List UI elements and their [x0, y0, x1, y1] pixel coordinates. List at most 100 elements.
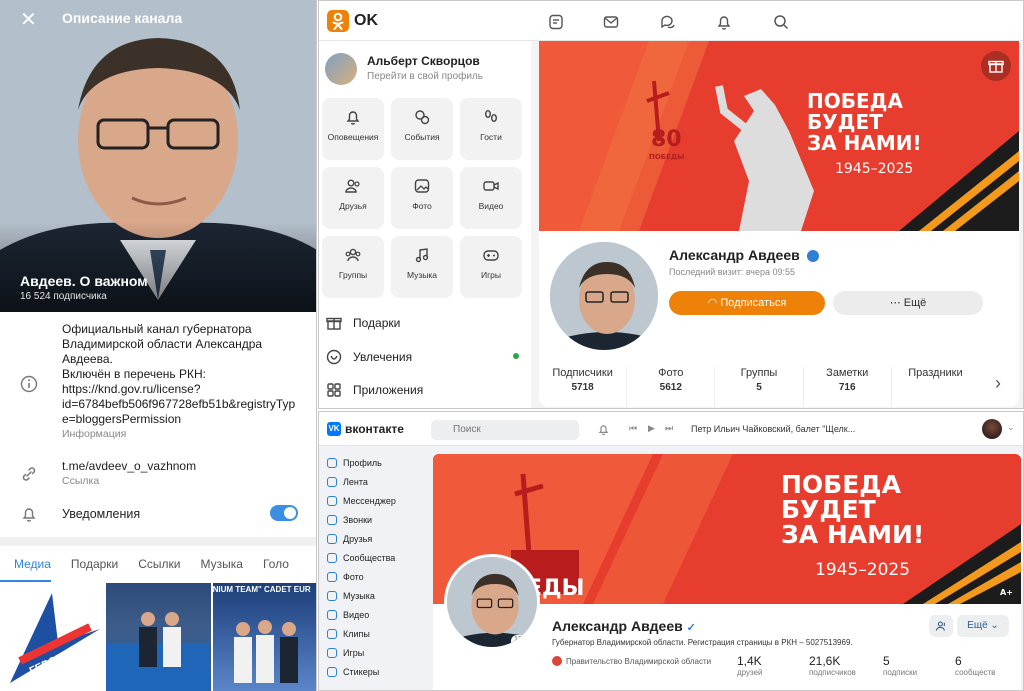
profile-avatar[interactable]	[547, 239, 661, 353]
stat-subscriptions[interactable]: 5 подписки	[883, 654, 917, 677]
current-user[interactable]: Альберт Скворцов Перейти в свой профиль	[325, 51, 525, 91]
profile-avatar[interactable]: 13 мин	[444, 554, 540, 650]
sidebar-item-music[interactable]: Музыка	[327, 591, 375, 601]
sidebar-item-communities[interactable]: Сообщества	[327, 553, 395, 563]
subscribe-button[interactable]: ◠ Подписаться	[669, 291, 825, 315]
search-input[interactable]	[431, 420, 579, 440]
notifications-toggle[interactable]	[270, 505, 298, 521]
vk-profile-panel: VK вконтакте ⏮ ▶ ⏭ Петр Ильич Чайковский…	[318, 411, 1024, 691]
photo-icon	[414, 179, 430, 193]
tab-gifts[interactable]: Подарки	[57, 552, 118, 582]
gift-button[interactable]	[981, 51, 1011, 81]
stat-friends[interactable]: 1,4K друзей	[737, 654, 763, 677]
media-thumb-logo[interactable]: ГЕРОИ-33	[0, 583, 105, 691]
more-button[interactable]: Ещё ⌄	[957, 615, 1009, 637]
current-user-name[interactable]: Альберт Скворцов	[367, 54, 480, 68]
profile-status: Губернатор Владимирской области. Регистр…	[552, 638, 853, 647]
tile-photos[interactable]: Фото	[391, 167, 453, 229]
bell-icon[interactable]	[597, 423, 610, 436]
link-text[interactable]: t.me/avdeev_o_vazhnom	[62, 459, 196, 474]
notifications-bell-icon[interactable]	[715, 13, 733, 31]
hobbies-icon	[326, 349, 342, 365]
sidebar-item-games[interactable]: Игры	[327, 648, 364, 658]
channel-link[interactable]: t.me/avdeev_o_vazhnom Ссылка	[62, 459, 196, 489]
sidebar-item-stickers[interactable]: Стикеры	[327, 667, 379, 677]
age-rating-badge: А+	[1000, 588, 1013, 597]
sidebar-item-messenger[interactable]: Мессенджер	[327, 496, 396, 506]
media-grid: ГЕРОИ-33 NIUM TEAM" CADET EUR	[0, 583, 316, 691]
vk-logo-icon[interactable]: VK	[327, 422, 341, 436]
vk-sidebar: Профиль Лента Мессенджер Звонки Друзья С…	[319, 446, 429, 690]
notifications-label: Уведомления	[62, 507, 141, 521]
tile-friends[interactable]: Друзья	[322, 167, 384, 229]
menu-apps-label: Приложения	[353, 383, 424, 397]
play-icon[interactable]: ▶	[648, 423, 655, 434]
tile-games[interactable]: Игры	[460, 236, 522, 298]
banner-line-1: ПОБЕДА	[781, 470, 901, 499]
prev-track-icon[interactable]: ⏮	[629, 423, 637, 434]
close-icon[interactable]: ✕	[20, 7, 37, 32]
description-caption: Информация	[62, 428, 127, 440]
media-thumb-photo-1[interactable]	[106, 583, 211, 691]
stat-photos[interactable]: Фото 5612	[627, 367, 716, 407]
chevron-right-icon[interactable]: ›	[995, 373, 1001, 394]
sidebar-item-clips[interactable]: Клипы	[327, 629, 370, 639]
stat-subscribers[interactable]: Подписчики 5718	[539, 367, 628, 407]
video-icon	[483, 181, 499, 191]
mail-icon[interactable]	[602, 13, 620, 31]
channel-description: Официальный канал губернатора Владимирск…	[62, 322, 307, 442]
link-icon	[22, 467, 36, 481]
stat-notes[interactable]: Заметки 716	[804, 367, 892, 407]
chevron-down-icon[interactable]: ⌄	[1007, 422, 1015, 433]
more-button[interactable]: ⋯ Ещё	[833, 291, 983, 315]
vk-brand: вконтакте	[345, 422, 404, 436]
menu-gifts[interactable]: Подарки	[325, 314, 400, 332]
go-to-profile-link[interactable]: Перейти в свой профиль	[367, 71, 483, 82]
menu-hobbies[interactable]: Увлечения	[325, 348, 519, 366]
add-user-icon	[935, 621, 945, 631]
sidebar-item-video[interactable]: Видео	[327, 610, 369, 620]
stat-communities[interactable]: 6 сообществ	[955, 654, 995, 677]
sidebar-item-feed[interactable]: Лента	[327, 477, 368, 487]
sidebar-item-profile[interactable]: Профиль	[327, 458, 382, 468]
media-thumb-photo-2[interactable]: NIUM TEAM" CADET EUR	[212, 583, 316, 691]
tab-music[interactable]: Музыка	[187, 552, 243, 582]
discussions-icon[interactable]	[659, 13, 677, 31]
tile-groups[interactable]: Группы	[322, 236, 384, 298]
sidebar-item-calls[interactable]: Звонки	[327, 515, 372, 525]
menu-apps[interactable]: Приложения	[325, 381, 423, 399]
tile-guests[interactable]: Гости	[460, 98, 522, 160]
stat-followers[interactable]: 21,6K подписчиков	[809, 654, 856, 677]
bell-icon	[22, 508, 36, 522]
avatar[interactable]	[325, 53, 357, 85]
tile-video[interactable]: Видео	[460, 167, 522, 229]
ok-brand: OK	[354, 12, 378, 29]
stat-holidays[interactable]: Праздники	[892, 367, 979, 407]
add-friend-button[interactable]	[929, 615, 953, 637]
stat-groups[interactable]: Группы 5	[715, 367, 804, 407]
tab-voice[interactable]: Голо	[249, 552, 289, 582]
tile-notifications[interactable]: Оповещения	[322, 98, 384, 160]
tab-media[interactable]: Медиа	[0, 552, 51, 582]
groups-icon	[345, 248, 361, 262]
section-divider	[0, 537, 316, 546]
profile-organization[interactable]: Правительство Владимирской области	[552, 656, 711, 666]
tile-music[interactable]: Музыка	[391, 236, 453, 298]
sidebar-item-friends[interactable]: Друзья	[327, 534, 372, 544]
sidebar-item-photos[interactable]: Фото	[327, 572, 364, 582]
feed-icon[interactable]	[547, 13, 565, 31]
account-avatar[interactable]	[982, 419, 1002, 439]
now-playing-text[interactable]: Петр Ильич Чайковский, балет "Щелк...	[691, 424, 855, 434]
tab-links[interactable]: Ссылки	[124, 552, 180, 582]
communities-icon	[327, 553, 337, 563]
apps-grid-icon	[327, 383, 341, 397]
next-track-icon[interactable]: ⏭	[665, 423, 673, 434]
clips-icon	[327, 629, 337, 639]
banner-badge-number: 80	[651, 127, 682, 152]
tile-events[interactable]: События	[391, 98, 453, 160]
sticker-icon	[327, 667, 337, 677]
friends-icon	[345, 179, 360, 193]
ok-header: OK	[319, 1, 1023, 41]
ok-logo-icon[interactable]	[327, 10, 349, 32]
search-icon[interactable]	[772, 13, 790, 31]
